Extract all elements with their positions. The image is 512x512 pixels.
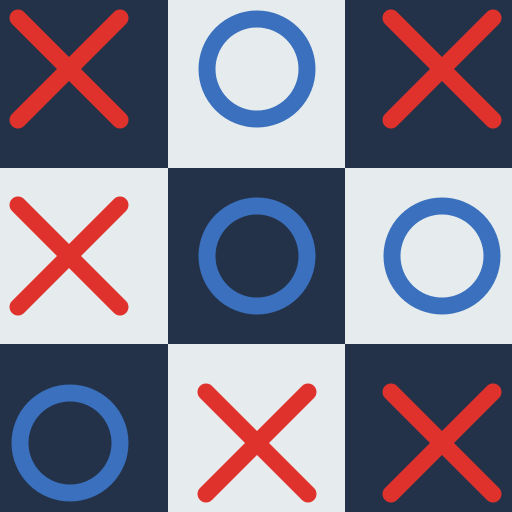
o-mark-icon xyxy=(383,197,501,315)
x-mark-icon xyxy=(197,383,317,503)
o-mark-icon xyxy=(11,384,129,502)
o-mark-icon xyxy=(198,10,316,128)
cell-r2-c0[interactable] xyxy=(0,344,168,512)
tic-tac-toe-board xyxy=(0,0,512,512)
x-mark-icon xyxy=(9,9,129,129)
cell-r2-c2[interactable] xyxy=(345,344,512,512)
cell-r0-c2[interactable] xyxy=(345,0,512,168)
x-mark-icon xyxy=(382,9,502,129)
cell-r0-c1[interactable] xyxy=(168,0,345,168)
cell-r1-c1[interactable] xyxy=(168,168,345,344)
x-mark-icon xyxy=(9,196,129,316)
cell-r1-c2[interactable] xyxy=(345,168,512,344)
cell-r1-c0[interactable] xyxy=(0,168,168,344)
o-mark-icon xyxy=(198,197,316,315)
cell-r0-c0[interactable] xyxy=(0,0,168,168)
x-mark-icon xyxy=(382,383,502,503)
cell-r2-c1[interactable] xyxy=(168,344,345,512)
